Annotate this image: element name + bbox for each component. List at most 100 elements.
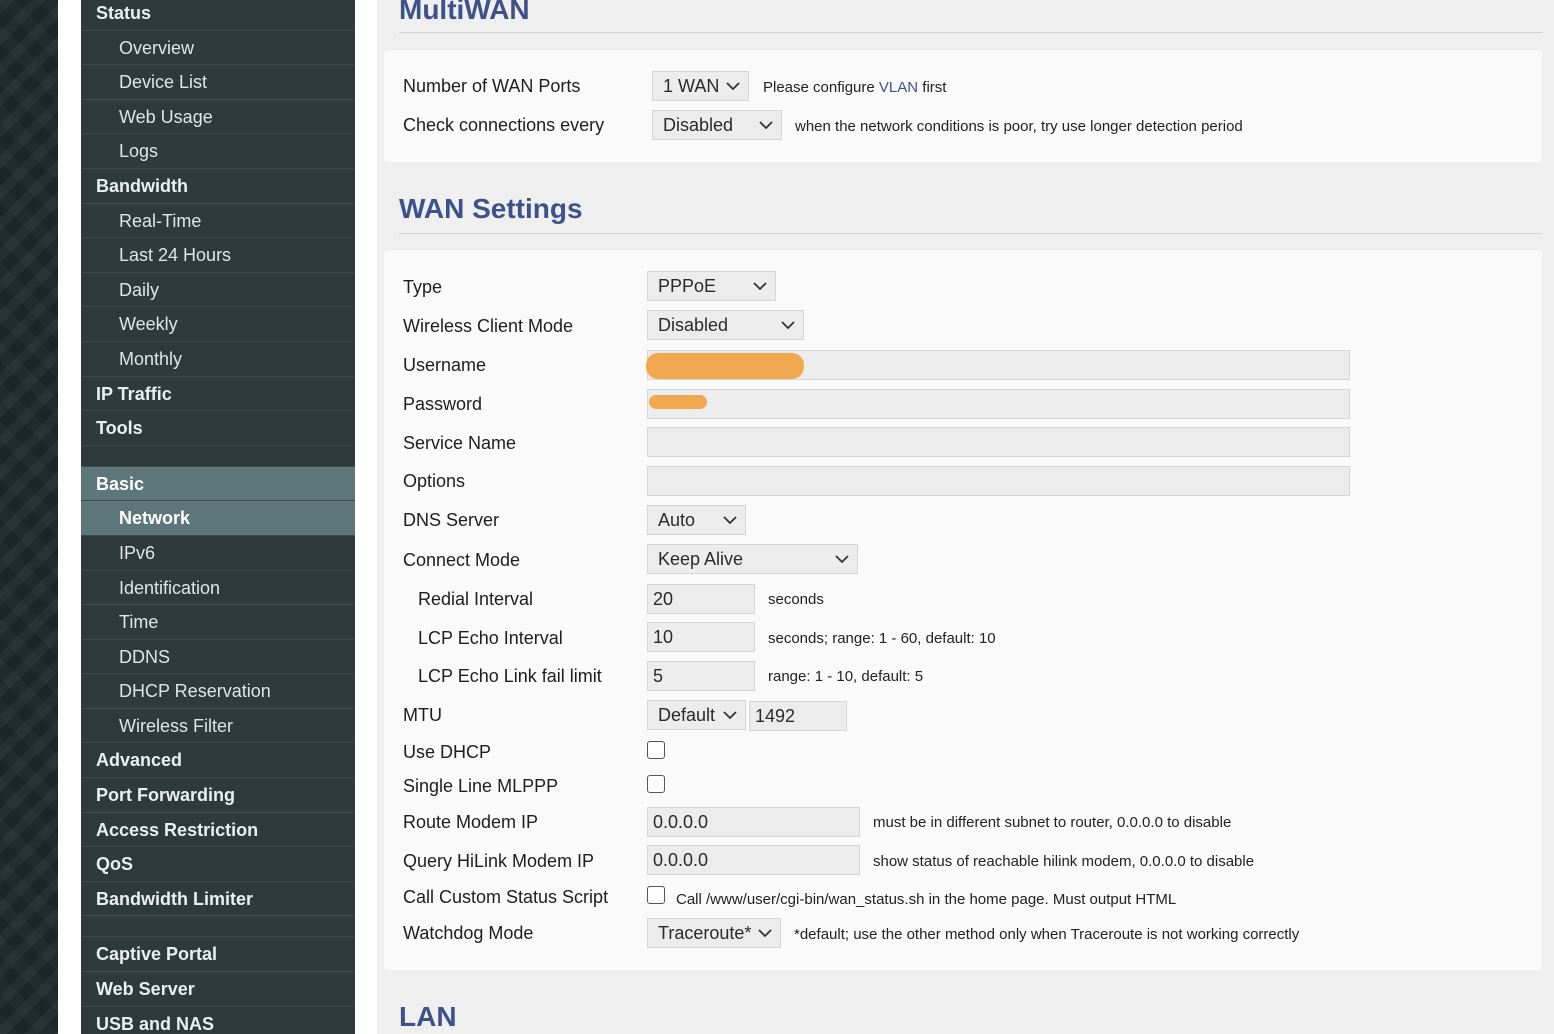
sidebar-item-web-server[interactable]: Web Server <box>81 972 355 1007</box>
connect-mode-select[interactable]: Keep Alive <box>647 544 858 574</box>
watchdog-mode-label: Watchdog Mode <box>403 923 534 943</box>
wan-ports-hint: Please configure VLAN first <box>763 79 946 96</box>
check-connections-label: Check connections every <box>403 115 605 135</box>
redial-interval-input[interactable]: 20 <box>647 584 755 614</box>
sidebar-item-daily[interactable]: Daily <box>81 273 355 308</box>
sidebar-item-monthly[interactable]: Monthly <box>81 342 355 377</box>
single-line-mlppp-label: Single Line MLPPP <box>403 776 559 796</box>
dns-server-value: Auto <box>658 510 696 530</box>
dns-server-select[interactable]: Auto <box>647 505 746 535</box>
sidebar-item-wireless-filter[interactable]: Wireless Filter <box>81 709 355 744</box>
wan-ports-select[interactable]: 1 WAN <box>652 71 749 101</box>
type-label: Type <box>403 277 443 297</box>
chevron-down-icon <box>726 72 740 100</box>
sidebar-spacer <box>81 446 355 467</box>
sidebar-item-network[interactable]: Network <box>81 501 355 536</box>
sidebar-item-ip-traffic[interactable]: IP Traffic <box>81 377 355 412</box>
service-name-input[interactable] <box>647 427 1350 457</box>
redial-interval-label: Redial Interval <box>418 589 534 609</box>
sidebar-nav: Status Overview Device List Web Usage Lo… <box>81 0 355 1034</box>
mtu-mode-select[interactable]: Default <box>647 700 746 730</box>
use-dhcp-label: Use DHCP <box>403 742 492 762</box>
sidebar-item-advanced[interactable]: Advanced <box>81 743 355 779</box>
options-label: Options <box>403 471 466 491</box>
mtu-mode-value: Default <box>658 705 716 725</box>
vlan-link[interactable]: VLAN <box>879 79 918 96</box>
options-input[interactable] <box>647 466 1350 496</box>
type-value: PPPoE <box>658 276 717 296</box>
route-modem-ip-hint: must be in different subnet to router, 0… <box>873 814 1232 831</box>
custom-status-script-hint: Call /www/user/cgi-bin/wan_status.sh in … <box>676 891 1177 908</box>
sidebar-item-access-restriction[interactable]: Access Restriction <box>81 813 355 848</box>
sidebar-item-logs[interactable]: Logs <box>81 134 355 169</box>
sidebar-item-weekly[interactable]: Weekly <box>81 307 355 342</box>
lcp-echo-interval-input[interactable]: 10 <box>647 622 755 652</box>
route-modem-ip-input[interactable]: 0.0.0.0 <box>647 807 860 837</box>
sidebar-gutter <box>58 0 81 1034</box>
check-connections-hint: when the network conditions is poor, try… <box>795 118 1243 135</box>
sidebar-item-dhcp-reservation[interactable]: DHCP Reservation <box>81 674 355 709</box>
password-label: Password <box>403 394 483 414</box>
wireless-client-mode-select[interactable]: Disabled <box>647 310 804 340</box>
multiwan-panel: Number of WAN Ports 1 WAN Please configu… <box>384 50 1542 162</box>
single-line-mlppp-checkbox[interactable] <box>647 775 665 793</box>
route-modem-ip-label: Route Modem IP <box>403 812 539 832</box>
wireless-client-mode-value: Disabled <box>658 315 729 335</box>
password-input[interactable] <box>647 389 1350 419</box>
lcp-echo-fail-hint: range: 1 - 10, default: 5 <box>768 668 924 685</box>
chevron-down-icon <box>759 111 773 139</box>
main-content: MultiWAN Number of WAN Ports 1 WAN Pleas… <box>377 0 1554 1034</box>
sidebar-item-ddns[interactable]: DDNS <box>81 640 355 675</box>
sidebar-item-basic[interactable]: Basic <box>81 466 355 502</box>
sidebar-item-status[interactable]: Status <box>81 0 355 31</box>
sidebar-item-web-usage[interactable]: Web Usage <box>81 100 355 135</box>
lcp-echo-interval-label: LCP Echo Interval <box>418 628 563 648</box>
wan-ports-value: 1 WAN <box>663 76 720 96</box>
wan-settings-panel: Type PPPoE Wireless Client Mode Disabled… <box>384 250 1542 970</box>
chevron-down-icon <box>758 919 772 947</box>
watchdog-mode-select[interactable]: Traceroute* <box>647 918 781 948</box>
custom-status-script-label: Call Custom Status Script <box>403 887 609 907</box>
redial-interval-hint: seconds <box>768 591 824 608</box>
section-title-wan-settings: WAN Settings <box>399 193 583 224</box>
dns-server-label: DNS Server <box>403 510 500 530</box>
sidebar-item-device-list[interactable]: Device List <box>81 65 355 100</box>
wan-ports-hint-prefix: Please configure <box>763 79 875 96</box>
sidebar-item-real-time[interactable]: Real-Time <box>81 204 355 239</box>
sidebar-item-last-24-hours[interactable]: Last 24 Hours <box>81 238 355 273</box>
check-connections-value: Disabled <box>663 115 734 135</box>
query-hilink-label: Query HiLink Modem IP <box>403 851 595 871</box>
sidebar-spacer <box>81 916 355 938</box>
use-dhcp-checkbox[interactable] <box>647 741 665 759</box>
content-gutter <box>355 0 377 1034</box>
lcp-echo-interval-hint: seconds; range: 1 - 60, default: 10 <box>768 630 996 647</box>
sidebar-item-tools[interactable]: Tools <box>81 411 355 446</box>
sidebar-item-captive-portal[interactable]: Captive Portal <box>81 937 355 973</box>
sidebar-item-time[interactable]: Time <box>81 605 355 640</box>
sidebar-item-usb-and-nas[interactable]: USB and NAS <box>81 1007 355 1034</box>
sidebar-item-identification[interactable]: Identification <box>81 571 355 606</box>
username-redaction <box>646 353 804 379</box>
mtu-value-input[interactable]: 1492 <box>749 701 847 731</box>
wan-ports-label: Number of WAN Ports <box>403 76 581 96</box>
sidebar-item-qos[interactable]: QoS <box>81 847 355 882</box>
password-redaction <box>649 395 707 409</box>
check-connections-select[interactable]: Disabled <box>652 110 782 140</box>
section-title-multiwan: MultiWAN <box>399 0 530 25</box>
sidebar-item-overview[interactable]: Overview <box>81 31 355 66</box>
sidebar-item-ipv6[interactable]: IPv6 <box>81 536 355 571</box>
query-hilink-input[interactable]: 0.0.0.0 <box>647 845 860 875</box>
chevron-down-icon <box>723 506 737 534</box>
wireless-client-mode-label: Wireless Client Mode <box>403 316 574 336</box>
type-select[interactable]: PPPoE <box>647 271 776 301</box>
query-hilink-hint: show status of reachable hilink modem, 0… <box>873 853 1255 870</box>
section-divider <box>399 32 1542 33</box>
section-title-lan: LAN <box>399 1001 457 1032</box>
sidebar-item-port-forwarding[interactable]: Port Forwarding <box>81 778 355 813</box>
lcp-echo-fail-input[interactable]: 5 <box>647 661 755 691</box>
chevron-down-icon <box>835 545 849 573</box>
service-name-label: Service Name <box>403 433 517 453</box>
custom-status-script-checkbox[interactable] <box>647 886 665 904</box>
sidebar-item-bandwidth[interactable]: Bandwidth <box>81 169 355 204</box>
sidebar-item-bandwidth-limiter[interactable]: Bandwidth Limiter <box>81 882 355 917</box>
